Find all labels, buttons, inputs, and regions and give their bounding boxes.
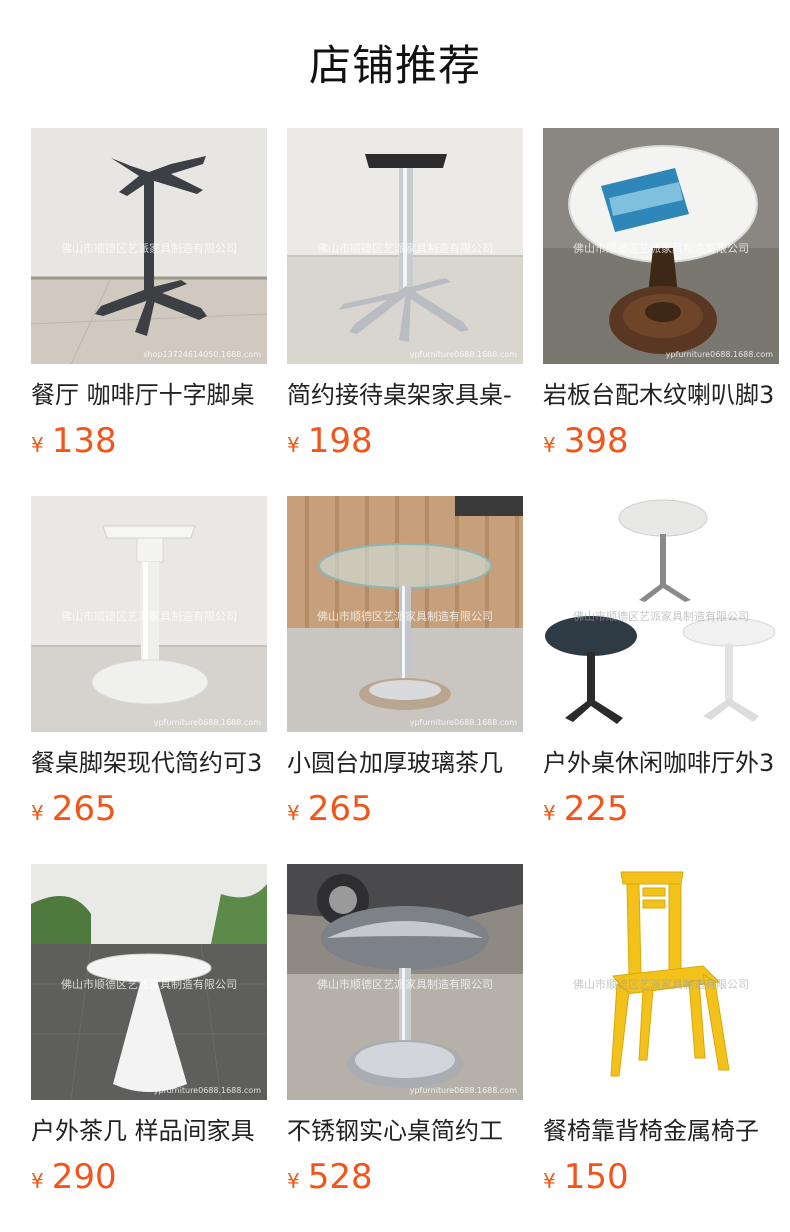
price-value: 290 xyxy=(51,1157,117,1197)
product-card[interactable]: 佛山市顺德区艺派家具制造有限公司 ypfurniture0688.1688.co… xyxy=(31,496,267,864)
product-name[interactable]: 不锈钢实心桌简约工 xyxy=(287,1115,523,1147)
product-price: ¥398 xyxy=(543,419,779,463)
product-name[interactable]: 餐椅靠背椅金属椅子 xyxy=(543,1115,779,1147)
product-image[interactable]: 佛山市顺德区艺派家具制造有限公司 ypfurniture0688.1688.co… xyxy=(287,496,523,732)
product-grid: 佛山市顺德区艺派家具制造有限公司 shop13724614050.1688.co… xyxy=(31,128,779,1232)
product-image[interactable]: 佛山市顺德区艺派家具制造有限公司 ypfurniture0688.1688.co… xyxy=(287,864,523,1100)
price-value: 265 xyxy=(307,789,373,829)
image-watermark: 佛山市顺德区艺派家具制造有限公司 xyxy=(317,978,493,991)
currency-symbol: ¥ xyxy=(543,1169,556,1193)
image-url: ypfurniture0688.1688.com xyxy=(153,1086,261,1095)
price-value: 528 xyxy=(307,1157,373,1197)
image-watermark: 佛山市顺德区艺派家具制造有限公司 xyxy=(573,978,749,991)
currency-symbol: ¥ xyxy=(31,433,44,457)
price-value: 150 xyxy=(563,1157,629,1197)
product-price: ¥290 xyxy=(31,1155,267,1199)
product-image[interactable]: 佛山市顺德区艺派家具制造有限公司 xyxy=(543,496,779,732)
product-card[interactable]: 佛山市顺德区艺派家具制造有限公司 ypfurniture0688.1688.co… xyxy=(287,496,523,864)
product-name[interactable]: 小圆台加厚玻璃茶几 xyxy=(287,747,523,779)
image-url: ypfurniture0688.1688.com xyxy=(409,350,517,359)
product-name[interactable]: 户外茶几 样品间家具 xyxy=(31,1115,267,1147)
product-price: ¥528 xyxy=(287,1155,523,1199)
product-image[interactable]: 佛山市顺德区艺派家具制造有限公司 ypfurniture0688.1688.co… xyxy=(543,128,779,364)
product-name[interactable]: 餐桌脚架现代简约可3 xyxy=(31,747,267,779)
image-url: ypfurniture0688.1688.com xyxy=(665,350,773,359)
price-value: 265 xyxy=(51,789,117,829)
product-card[interactable]: 佛山市顺德区艺派家具制造有限公司 ypfurniture0688.1688.co… xyxy=(31,864,267,1232)
product-card[interactable]: 佛山市顺德区艺派家具制造有限公司 ypfurniture0688.1688.co… xyxy=(287,864,523,1232)
image-url: ypfurniture0688.1688.com xyxy=(153,718,261,727)
product-price: ¥198 xyxy=(287,419,523,463)
product-image[interactable]: 佛山市顺德区艺派家具制造有限公司 ypfurniture0688.1688.co… xyxy=(287,128,523,364)
product-name[interactable]: 岩板台配木纹喇叭脚3 xyxy=(543,379,779,411)
product-card[interactable]: 佛山市顺德区艺派家具制造有限公司 shop13724614050.1688.co… xyxy=(31,128,267,496)
product-image[interactable]: 佛山市顺德区艺派家具制造有限公司 ypfurniture0688.1688.co… xyxy=(31,496,267,732)
product-card[interactable]: 佛山市顺德区艺派家具制造有限公司 ypfurniture0688.1688.co… xyxy=(543,128,779,496)
product-price: ¥265 xyxy=(287,787,523,831)
currency-symbol: ¥ xyxy=(287,801,300,825)
image-watermark: 佛山市顺德区艺派家具制造有限公司 xyxy=(61,242,237,255)
currency-symbol: ¥ xyxy=(31,1169,44,1193)
product-card[interactable]: 佛山市顺德区艺派家具制造有限公司 餐椅靠背椅金属椅子 ¥150 xyxy=(543,864,779,1232)
image-watermark: 佛山市顺德区艺派家具制造有限公司 xyxy=(317,242,493,255)
product-card[interactable]: 佛山市顺德区艺派家具制造有限公司 户外桌休闲咖啡厅外3 ¥225 xyxy=(543,496,779,864)
product-name[interactable]: 简约接待桌架家具桌- xyxy=(287,379,523,411)
currency-symbol: ¥ xyxy=(543,433,556,457)
product-image[interactable]: 佛山市顺德区艺派家具制造有限公司 shop13724614050.1688.co… xyxy=(31,128,267,364)
product-price: ¥265 xyxy=(31,787,267,831)
product-name[interactable]: 户外桌休闲咖啡厅外3 xyxy=(543,747,779,779)
product-price: ¥150 xyxy=(543,1155,779,1199)
section-header: 店铺推荐 xyxy=(0,0,790,128)
image-url: ypfurniture0688.1688.com xyxy=(409,718,517,727)
product-image[interactable]: 佛山市顺德区艺派家具制造有限公司 xyxy=(543,864,779,1100)
price-value: 198 xyxy=(307,421,373,461)
currency-symbol: ¥ xyxy=(31,801,44,825)
page-title: 店铺推荐 xyxy=(308,41,481,90)
price-value: 398 xyxy=(563,421,629,461)
image-url: ypfurniture0688.1688.com xyxy=(409,1086,517,1095)
currency-symbol: ¥ xyxy=(543,801,556,825)
product-price: ¥138 xyxy=(31,419,267,463)
product-image[interactable]: 佛山市顺德区艺派家具制造有限公司 ypfurniture0688.1688.co… xyxy=(31,864,267,1100)
currency-symbol: ¥ xyxy=(287,1169,300,1193)
image-watermark: 佛山市顺德区艺派家具制造有限公司 xyxy=(573,610,749,623)
product-price: ¥225 xyxy=(543,787,779,831)
price-value: 225 xyxy=(563,789,629,829)
product-name[interactable]: 餐厅 咖啡厅十字脚桌 xyxy=(31,379,267,411)
currency-symbol: ¥ xyxy=(287,433,300,457)
product-card[interactable]: 佛山市顺德区艺派家具制造有限公司 ypfurniture0688.1688.co… xyxy=(287,128,523,496)
image-watermark: 佛山市顺德区艺派家具制造有限公司 xyxy=(573,242,749,255)
image-url: shop13724614050.1688.com xyxy=(143,350,261,359)
image-watermark: 佛山市顺德区艺派家具制造有限公司 xyxy=(61,610,237,623)
image-watermark: 佛山市顺德区艺派家具制造有限公司 xyxy=(317,610,493,623)
image-watermark: 佛山市顺德区艺派家具制造有限公司 xyxy=(61,978,237,991)
price-value: 138 xyxy=(51,421,117,461)
